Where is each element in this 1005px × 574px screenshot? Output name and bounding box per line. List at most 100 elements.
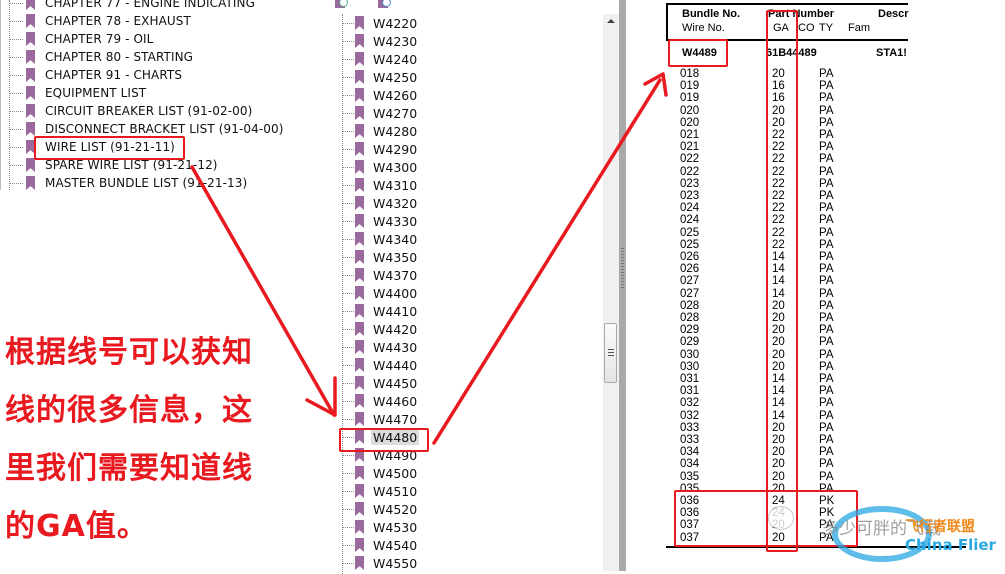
highlight-wire-list [34,136,185,160]
bookmark-icon [355,88,364,102]
wire-row-ty: PA [819,202,834,215]
wire-bookmark-item[interactable]: W4350 [342,248,417,266]
wire-bookmark-item[interactable]: W4460 [342,392,417,410]
tree-connector [342,562,354,564]
expand-bookmark-icon[interactable] [335,0,348,8]
wire-bookmark-item[interactable]: W4400 [342,284,417,302]
annotation-note: 根据线号可以获知 线的很多信息，这 里我们需要知道线 的GA值。 [5,324,290,556]
tree-connector [342,382,354,384]
wire-bookmark-item[interactable]: W4550 [342,554,417,572]
wire-bookmark-item[interactable]: W4240 [342,50,417,68]
tree-connector [342,418,354,420]
wire-row-wire: 018 [680,68,700,80]
bookmark-icon [355,286,364,300]
wire-bookmark-item[interactable]: W4300 [342,158,417,176]
wire-bookmark-item[interactable]: W4410 [342,302,417,320]
bookmark-icon [26,32,35,46]
wire-bookmark-item[interactable]: W4470 [342,410,417,428]
wire-bookmark-item[interactable]: W4370 [342,266,417,284]
wire-bookmark-item[interactable]: W4520 [342,500,417,518]
wire-bookmark-item[interactable]: W4290 [342,140,417,158]
bookmark-scrollbar[interactable] [603,14,619,571]
wire-row-wire: 032 [680,409,700,422]
wire-bookmark-item[interactable]: W4330 [342,212,417,230]
wire-bookmark-label: W4240 [373,51,418,67]
tree-connector [342,58,354,60]
tree-connector [342,112,354,114]
wire-bookmark-item[interactable]: W4340 [342,230,417,248]
scroll-thumb[interactable] [604,323,617,383]
wire-bookmark-item[interactable]: W4260 [342,86,417,104]
wire-row-ty: PA [819,68,834,80]
tree-item-label: CHAPTER 79 - OIL [45,32,154,46]
wire-bookmark-label: W4220 [373,15,418,31]
bookmark-icon [355,484,364,498]
wire-bookmark-item[interactable]: W4500 [342,464,417,482]
wire-row-ty: PA [819,129,834,141]
tree-item[interactable]: CHAPTER 80 - STARTING [9,48,193,66]
bookmark-icon [26,176,35,190]
tree-connector [342,472,354,474]
wire-bookmark-label: W4510 [373,483,418,499]
splitter-grip[interactable] [621,248,624,288]
wire-bookmark-item[interactable]: W4440 [342,356,417,374]
note-line: 线的很多信息，这 [5,393,253,428]
bookmark-options-icon[interactable] [378,0,391,8]
wire-row-wire: 026 [680,263,700,276]
wire-bookmark-item[interactable]: W4280 [342,122,417,140]
wire-bookmark-label: W4320 [373,195,418,211]
bookmark-icon [355,556,364,570]
bookmark-icon [355,34,364,48]
wire-bookmark-label: W4420 [373,321,418,337]
tree-item[interactable]: EQUIPMENT LIST [9,84,146,102]
wire-row-wire: 023 [680,177,700,190]
wire-bookmark-item[interactable]: W4450 [342,374,417,392]
wire-row-ty: PA [819,190,834,202]
wire-row-ty: PA [819,470,834,483]
wire-bookmark-item[interactable]: W4430 [342,338,417,356]
scroll-up-arrow-icon[interactable] [607,19,615,23]
wire-bookmark-item[interactable]: W4510 [342,482,417,500]
wire-bookmark-item[interactable]: W4530 [342,518,417,536]
tree-item[interactable]: CHAPTER 78 - EXHAUST [9,12,191,30]
tree-item-label: CHAPTER 78 - EXHAUST [45,14,191,28]
wire-row-wire: 028 [680,299,700,312]
wire-row-ty: PA [819,360,834,373]
wire-bookmark-label: W4400 [373,285,418,301]
tree-connector [342,40,354,42]
pdf-page: Bundle No. Wire No. Part Number GA CO TY… [626,0,1005,571]
wire-row-wire: 032 [680,397,700,410]
tree-item-label: DISCONNECT BRACKET LIST (91-04-00) [45,122,284,136]
wire-bookmark-item[interactable]: W4230 [342,32,417,50]
wire-row-ty: PA [819,458,834,471]
wire-bookmark-item[interactable]: W4320 [342,194,417,212]
tree-item[interactable]: CHAPTER 79 - OIL [9,30,153,48]
tree-item[interactable]: CIRCUIT BREAKER LIST (91-02-00) [9,102,252,120]
tree-item-label: CHAPTER 91 - CHARTS [45,68,183,82]
tree-item[interactable]: MASTER BUNDLE LIST (91-21-13) [9,174,247,192]
wire-bookmark-label: W4270 [373,105,418,121]
wire-bookmark-label: W4500 [373,465,418,481]
wire-row-wire: 033 [680,421,700,434]
wire-bookmark-label: W4350 [373,249,418,265]
wire-bookmark-label: W4370 [373,267,418,283]
tree-item[interactable]: CHAPTER 91 - CHARTS [9,66,182,84]
wire-row-wire: 020 [680,104,700,117]
bookmark-icon [355,322,364,336]
wire-row-ty: PA [819,251,834,263]
pane-splitter[interactable] [619,0,626,571]
wire-bookmark-item[interactable]: W4540 [342,536,417,554]
wire-bookmark-item[interactable]: W4250 [342,68,417,86]
wire-bookmark-label: W4540 [373,537,418,553]
tree-connector [342,148,354,150]
wire-bookmark-label: W4450 [373,375,418,391]
tree-item[interactable]: CHAPTER 77 - ENGINE INDICATING [9,0,255,12]
wire-bookmark-item[interactable]: W4270 [342,104,417,122]
tree-connector [342,76,354,78]
tree-connector [342,202,354,204]
wire-bookmark-item[interactable]: W4420 [342,320,417,338]
wire-bookmark-item[interactable]: W4220 [342,14,417,32]
wire-row-wire: 035 [680,470,700,483]
wire-bookmark-item[interactable]: W4310 [342,176,417,194]
wire-bookmark-label: W4520 [373,501,418,517]
